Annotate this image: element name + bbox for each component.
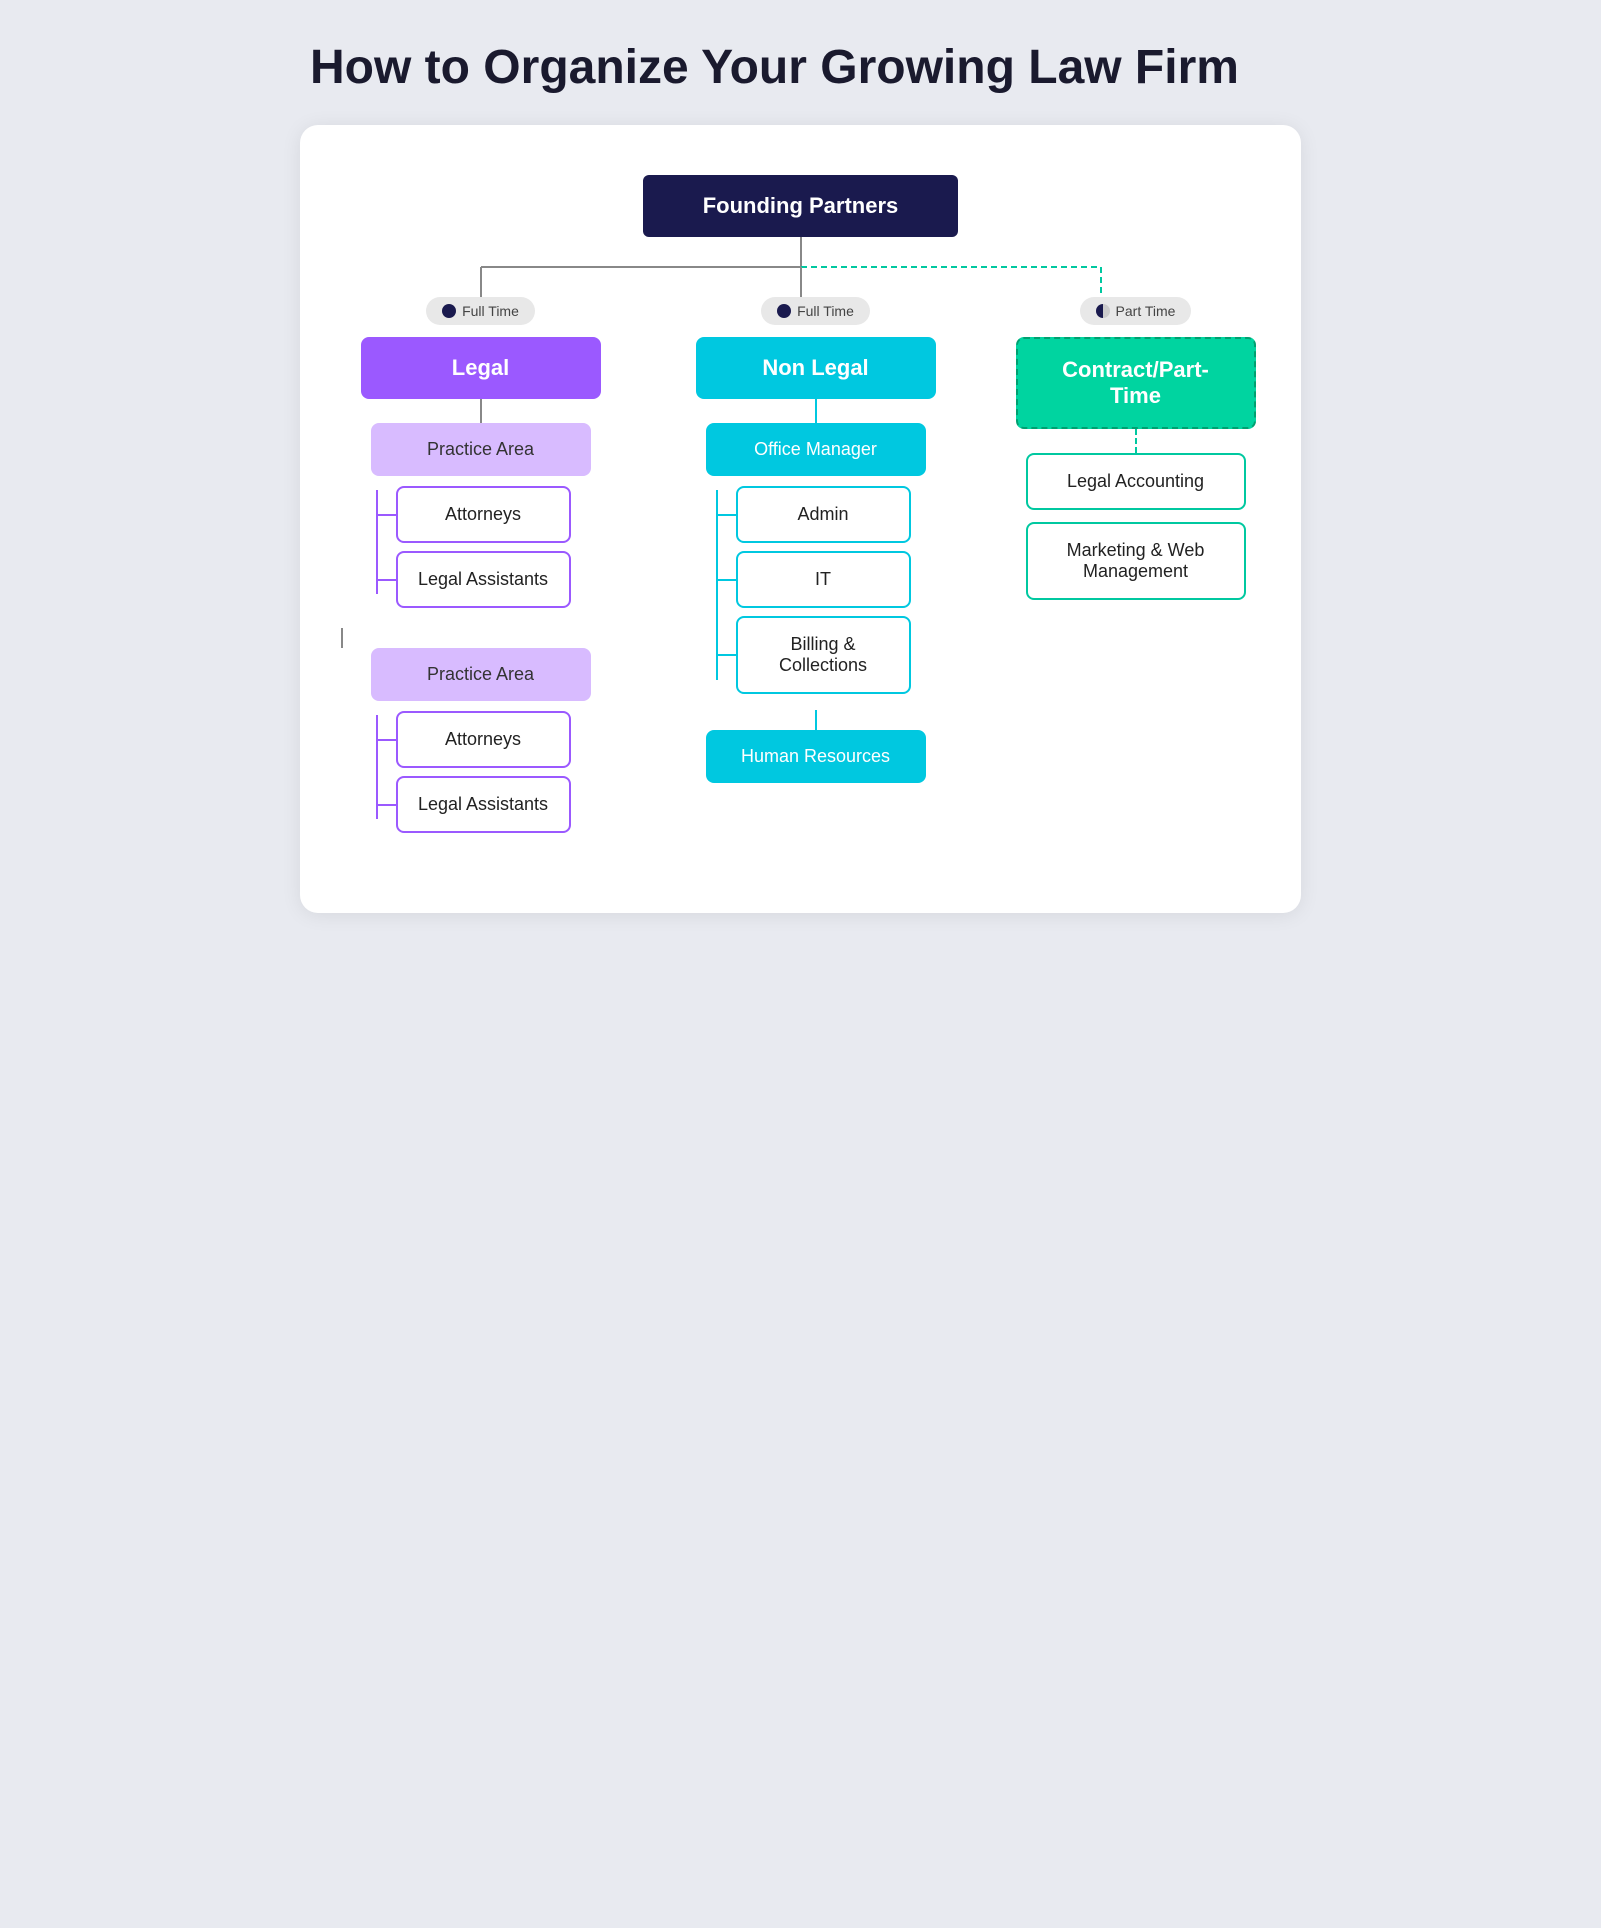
main-columns: Full Time Legal Practice Area Attorneys [341,297,1261,853]
contract-v-connector [1135,429,1137,453]
contract-children-group: Legal Accounting Marketing & Web Managem… [1021,453,1251,600]
admin-item: Admin [736,486,911,543]
practice-area-2-box: Practice Area [371,648,591,701]
legal-assistants-1-item: Legal Assistants [396,551,571,608]
legal-v-connector [480,399,482,423]
attorneys-2-item: Attorneys [396,711,571,768]
full-time-dot-1 [442,304,456,318]
office-manager-box: Office Manager [706,423,926,476]
legal-assistants-1-box: Legal Assistants [396,551,571,608]
nonlegal-header-box: Non Legal [696,337,936,399]
part-time-badge: Part Time [1080,297,1192,325]
attorneys-2-box: Attorneys [396,711,571,768]
full-time-badge-2: Full Time [761,297,870,325]
practice-area-1-box: Practice Area [371,423,591,476]
billing-box: Billing & Collections [736,616,911,694]
nonlegal-v-connector [815,399,817,423]
full-time-label-2: Full Time [797,303,854,319]
admin-box: Admin [736,486,911,543]
marketing-web-box: Marketing & Web Management [1026,522,1246,600]
legal-mid-connector [341,628,343,648]
legal-accounting-box: Legal Accounting [1026,453,1246,510]
contract-column: Part Time Contract/Part-Time Legal Accou… [1011,297,1261,600]
office-manager-group: Office Manager Admin IT Billing & Collec… [686,423,946,694]
legal-assistants-2-item: Legal Assistants [396,776,571,833]
it-box: IT [736,551,911,608]
full-time-dot-2 [777,304,791,318]
contract-header-box: Contract/Part-Time [1016,337,1256,429]
billing-item: Billing & Collections [736,616,911,694]
legal-column: Full Time Legal Practice Area Attorneys [341,297,621,853]
full-time-badge-1: Full Time [426,297,535,325]
attorneys-1-item: Attorneys [396,486,571,543]
nonlegal-column: Full Time Non Legal Office Manager Admin [676,297,956,783]
legal-assistants-2-box: Legal Assistants [396,776,571,833]
practice-area-2-group: Practice Area Attorneys Legal Assistants [346,648,616,833]
legal-header-box: Legal [361,337,601,399]
founding-partners-box: Founding Partners [643,175,959,237]
page-title: How to Organize Your Growing Law Firm [300,40,1301,95]
part-time-dot [1096,304,1110,318]
attorneys-1-box: Attorneys [396,486,571,543]
it-item: IT [736,551,911,608]
diagram-card: Founding Partners [300,125,1301,913]
practice-area-1-group: Practice Area Attorneys Legal Assistants [346,423,616,608]
human-resources-box: Human Resources [706,730,926,783]
nonlegal-bottom-connector [815,710,817,730]
full-time-label-1: Full Time [462,303,519,319]
part-time-label: Part Time [1116,303,1176,319]
